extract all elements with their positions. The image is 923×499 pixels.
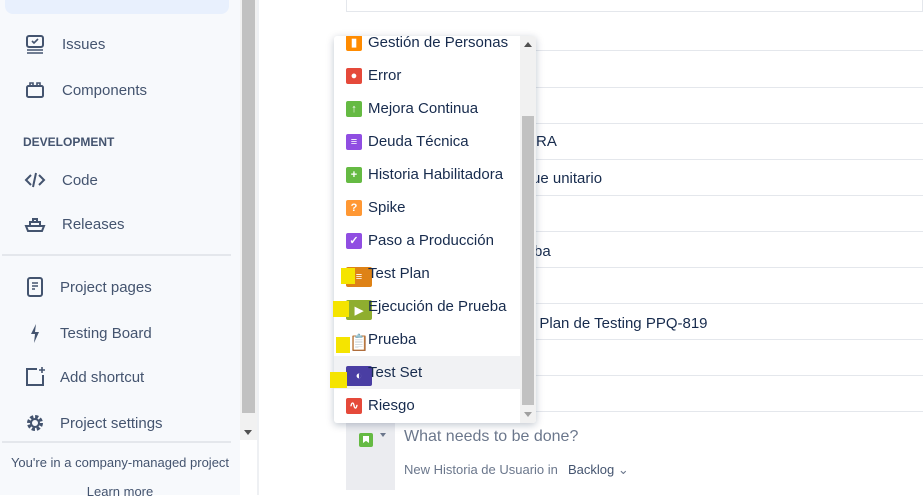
error-icon: ● [346, 67, 362, 84]
sidebar-border [257, 0, 259, 495]
highlight-marker [336, 337, 350, 353]
sidebar-item-add-shortcut[interactable]: Add shortcut [0, 359, 240, 395]
mejora-continua-icon: ↑ [346, 100, 362, 117]
issue-type-option[interactable]: ↑ Mejora Continua [334, 92, 520, 125]
riesgo-icon: ∿ [346, 397, 362, 414]
issue-type-dropdown[interactable]: ▮ Gestión de Personas ● Error ↑ Mejora Contin… [334, 36, 536, 423]
scroll-up-arrow-icon[interactable] [524, 42, 532, 47]
sidebar-scrollbar[interactable] [240, 0, 257, 440]
sidebar-item-components[interactable]: Components [0, 72, 240, 108]
scroll-down-arrow-icon[interactable] [524, 412, 532, 417]
scroll-down-arrow-icon[interactable] [244, 430, 252, 439]
issue-type-option[interactable]: ◐ Test Set [334, 356, 520, 389]
historia-habilitadora-icon: + [346, 166, 362, 183]
sidebar-item-code[interactable]: Code [0, 162, 240, 198]
sidebar-divider [2, 254, 231, 256]
paso-a-producci-n-icon: ✓ [346, 232, 362, 249]
dropdown-scrollbar[interactable] [520, 36, 536, 423]
issue-type-option[interactable]: ? Spike [334, 191, 520, 224]
issue-row-partial[interactable] [346, 0, 923, 12]
issue-type-option[interactable]: ● Error [334, 59, 520, 92]
option-label: Deuda Técnica [368, 133, 469, 150]
sidebar-item-testing-board[interactable]: Testing Board [0, 315, 240, 351]
issue-type-option[interactable]: + Historia Habilitadora [334, 158, 520, 191]
sidebar-divider [2, 441, 231, 443]
company-managed-text: You're in a company-managed project [10, 455, 230, 470]
issue-summary[interactable]: a el Plan de Testing PPQ-819 [511, 315, 708, 332]
issue-type-option[interactable]: ≡ Deuda Técnica [334, 125, 520, 158]
components-icon [26, 82, 44, 98]
gesti-n-de-personas-icon: ▮ [346, 36, 362, 51]
lightning-icon [31, 324, 39, 343]
add-shortcut-icon [26, 367, 45, 386]
highlight-marker [333, 301, 349, 317]
option-label: Test Set [368, 364, 423, 381]
scrollbar-thumb[interactable] [242, 0, 255, 413]
dropdown-scrollbar-thumb[interactable] [522, 116, 534, 405]
create-type-text: New Historia de Usuario in [404, 462, 558, 477]
learn-more-link[interactable]: Learn more [0, 484, 240, 499]
option-label: Ejecución de Prueba [368, 298, 507, 315]
page-icon [27, 277, 43, 297]
option-label: Error [368, 67, 402, 84]
option-label: Historia Habilitadora [368, 166, 504, 183]
issue-type-option[interactable]: ≡ Test Plan [334, 257, 520, 290]
issues-icon [26, 35, 44, 54]
option-label: Paso a Producción [368, 232, 494, 249]
highlight-marker [341, 268, 355, 284]
deuda-t-cnica-icon: ≡ [346, 133, 362, 150]
backlog-select[interactable]: Backlog ⌄ [568, 462, 629, 478]
option-label: Prueba [368, 331, 417, 348]
releases-icon [24, 218, 46, 232]
project-sidebar: Issues Components DEVELOPMENT Code Relea… [0, 0, 240, 499]
section-heading-development: DEVELOPMENT [23, 135, 115, 149]
sidebar-item-releases[interactable]: Releases [0, 206, 240, 242]
chevron-down-icon [380, 433, 386, 440]
gear-icon [27, 415, 43, 431]
option-label: Riesgo [368, 397, 415, 414]
highlight-marker [330, 372, 347, 388]
issue-summary[interactable]: ba [534, 243, 551, 260]
issue-type-option[interactable]: ▮ Gestión de Personas [334, 36, 520, 59]
sidebar-item-project-pages[interactable]: Project pages [0, 269, 240, 305]
issue-type-option[interactable]: ✓ Paso a Producción [334, 224, 520, 257]
active-nav-item[interactable] [5, 0, 229, 14]
sidebar-item-issues[interactable]: Issues [0, 26, 240, 62]
issue-type-option[interactable]: 📋 Prueba [334, 323, 520, 356]
issue-summary[interactable]: ue unitario [532, 170, 602, 187]
backlog-label: Backlog [568, 462, 615, 477]
option-label: Test Plan [368, 265, 430, 282]
issue-type-picker[interactable] [346, 423, 395, 490]
issue-summary[interactable]: RA [536, 133, 557, 150]
option-label: Gestión de Personas [368, 36, 509, 51]
option-label: Spike [368, 199, 406, 216]
issue-type-option[interactable]: ▶ Ejecución de Prueba [334, 290, 520, 323]
summary-input[interactable]: What needs to be done? [404, 428, 578, 446]
sidebar-item-project-settings[interactable]: Project settings [0, 405, 240, 441]
code-icon [24, 172, 46, 188]
story-icon [359, 433, 373, 447]
issue-type-option[interactable]: ∿ Riesgo [334, 389, 520, 422]
option-label: Mejora Continua [368, 100, 479, 117]
spike-icon: ? [346, 199, 362, 216]
chevron-down-icon: ⌄ [617, 462, 629, 477]
